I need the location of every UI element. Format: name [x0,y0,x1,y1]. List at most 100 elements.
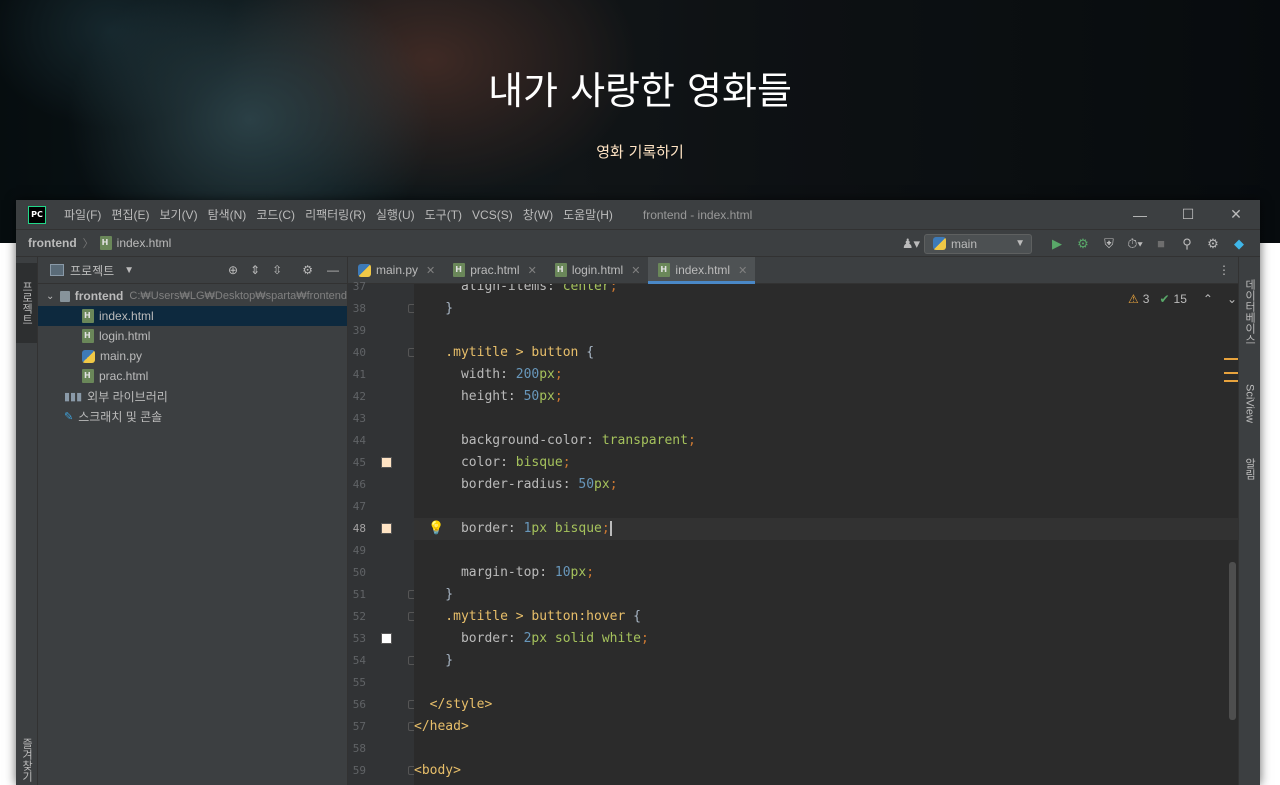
file-name: login.html [99,329,151,343]
jetbrains-toolbox-icon[interactable]: ◆ [1226,236,1252,252]
file-name: prac.html [99,369,149,383]
inspection-widget[interactable]: ⚠ 3 ✔ 15 ⌃ ⌄ [1128,292,1237,306]
code-line-54: } [414,653,454,668]
user-icon[interactable]: ♟▾ [898,236,924,252]
breadcrumb-project[interactable]: frontend [28,236,77,250]
maximize-button[interactable]: ☐ [1164,200,1212,229]
record-movie-button[interactable]: 영화 기록하기 [540,136,740,168]
tab-index-html[interactable]: index.html ✕ [648,257,756,284]
code-line-53: border: 2px solid white; [414,631,649,646]
error-stripe-mark[interactable] [1224,358,1238,360]
code-line-45: color: bisque; [414,455,571,470]
run-icon[interactable]: ▶ [1044,236,1070,252]
ok-count: 15 [1173,292,1187,306]
code-line-40: .mytitle > button { [414,345,595,360]
lightbulb-icon[interactable]: 💡 [428,520,444,536]
gear-icon[interactable]: ⚙ [302,263,313,277]
stop-icon[interactable]: ■ [1148,236,1174,251]
line-number: 42 [352,390,366,403]
left-tool-strip: 프로젝트 즐겨찾기 [16,257,38,785]
expand-all-icon[interactable]: ⇕ [250,263,260,277]
menu-view[interactable]: 보기(V) [159,206,197,223]
tree-root-folder[interactable]: ⌄ frontend C:₩Users₩LG₩Desktop₩sparta₩fr… [38,286,347,306]
tab-prac-html[interactable]: prac.html ✕ [443,257,545,283]
code-line-52: .mytitle > button:hover { [414,609,641,624]
line-number: 39 [352,324,366,337]
color-swatch-bisque[interactable] [381,457,392,468]
line-number: 45 [352,456,366,469]
code-editor[interactable]: align-items: center; } .mytitle > button… [414,284,1238,785]
breadcrumb-file[interactable]: index.html [99,236,172,250]
tree-scratches[interactable]: ✎ 스크래치 및 콘솔 [38,406,347,426]
run-config-label: main [951,236,978,251]
tree-file-main[interactable]: main.py [38,346,347,366]
line-number: 53 [352,632,366,645]
line-number: 57 [352,720,366,733]
coverage-icon[interactable]: ⛨ [1096,236,1122,252]
menu-navigate[interactable]: 탐색(N) [208,206,247,223]
project-view-icon [50,264,64,276]
color-swatch-white[interactable] [381,633,392,644]
editor-tabs: main.py ✕ prac.html ✕ login.html ✕ index… [348,257,1238,284]
database-tool-tab[interactable]: 데이터베이스 [1239,267,1260,357]
line-number: 44 [352,434,366,447]
line-number: 47 [352,500,366,513]
tab-label: prac.html [470,263,520,277]
sciview-tool-tab[interactable]: SciView [1239,373,1260,433]
code-line-41: width: 200px; [414,367,563,382]
python-icon [933,237,946,250]
tab-menu-icon[interactable]: ⋮ [1218,263,1230,277]
breadcrumb-file-label: index.html [116,236,172,250]
menu-file[interactable]: 파일(F) [64,206,101,223]
close-tab-icon[interactable]: ✕ [738,264,747,277]
close-button[interactable]: ✕ [1212,200,1260,229]
menu-code[interactable]: 코드(C) [256,206,295,223]
close-tab-icon[interactable]: ✕ [631,264,640,277]
profile-icon[interactable]: ⏱▾ [1122,236,1148,252]
chevron-down-icon[interactable]: ⌄ [46,291,54,302]
tree-external-libraries[interactable]: ▮▮▮ 외부 라이브러리 [38,386,347,406]
folder-icon [60,290,70,302]
chevron-down-icon[interactable]: ⌄ [1227,292,1237,306]
minimize-button[interactable]: — [1116,200,1164,229]
chevron-down-icon[interactable]: ▼ [124,265,134,276]
favorites-tool-tab[interactable]: 즐겨찾기 [16,737,37,783]
close-tab-icon[interactable]: ✕ [528,264,537,277]
menu-help[interactable]: 도움말(H) [563,206,613,223]
hide-panel-icon[interactable]: — [327,263,339,277]
tab-login-html[interactable]: login.html ✕ [545,257,649,283]
line-number: 41 [352,368,366,381]
chevron-up-icon[interactable]: ⌃ [1203,292,1213,306]
tree-file-prac[interactable]: prac.html [38,366,347,386]
html-file-icon [554,263,567,277]
html-file-icon [658,263,671,277]
menu-refactor[interactable]: 리팩터링(R) [305,206,366,223]
close-tab-icon[interactable]: ✕ [426,264,435,277]
locate-file-icon[interactable]: ⊕ [228,263,238,277]
menu-run[interactable]: 실행(U) [376,206,415,223]
menu-edit[interactable]: 편집(E) [111,206,149,223]
code-line-37: align-items: center; [414,284,618,294]
chevron-down-icon: ▼ [1015,238,1025,249]
error-stripe-mark[interactable] [1224,380,1238,382]
settings-icon[interactable]: ⚙ [1200,236,1226,252]
menu-vcs[interactable]: VCS(S) [472,208,513,222]
menu-window[interactable]: 창(W) [523,206,553,223]
run-config-select[interactable]: main ▼ [924,233,1032,254]
window-title: frontend - index.html [642,207,753,222]
scratches-icon: ✎ [64,410,74,423]
code-line-50: margin-top: 10px; [414,565,595,580]
tree-file-index[interactable]: index.html [38,306,347,326]
debug-icon[interactable]: ⚙ [1070,236,1096,252]
tree-file-login[interactable]: login.html [38,326,347,346]
editor-scrollbar[interactable] [1229,562,1236,720]
collapse-all-icon[interactable]: ⇳ [272,263,282,277]
error-stripe-mark[interactable] [1224,372,1238,374]
notifications-tool-tab[interactable]: 알림 [1239,449,1260,489]
project-tool-tab[interactable]: 프로젝트 [16,263,37,343]
color-swatch-bisque[interactable] [381,523,392,534]
library-icon: ▮▮▮ [64,390,83,403]
menu-tools[interactable]: 도구(T) [425,206,462,223]
search-icon[interactable]: ⚲ [1174,236,1200,252]
project-panel-title[interactable]: 프로젝트 [70,262,114,279]
